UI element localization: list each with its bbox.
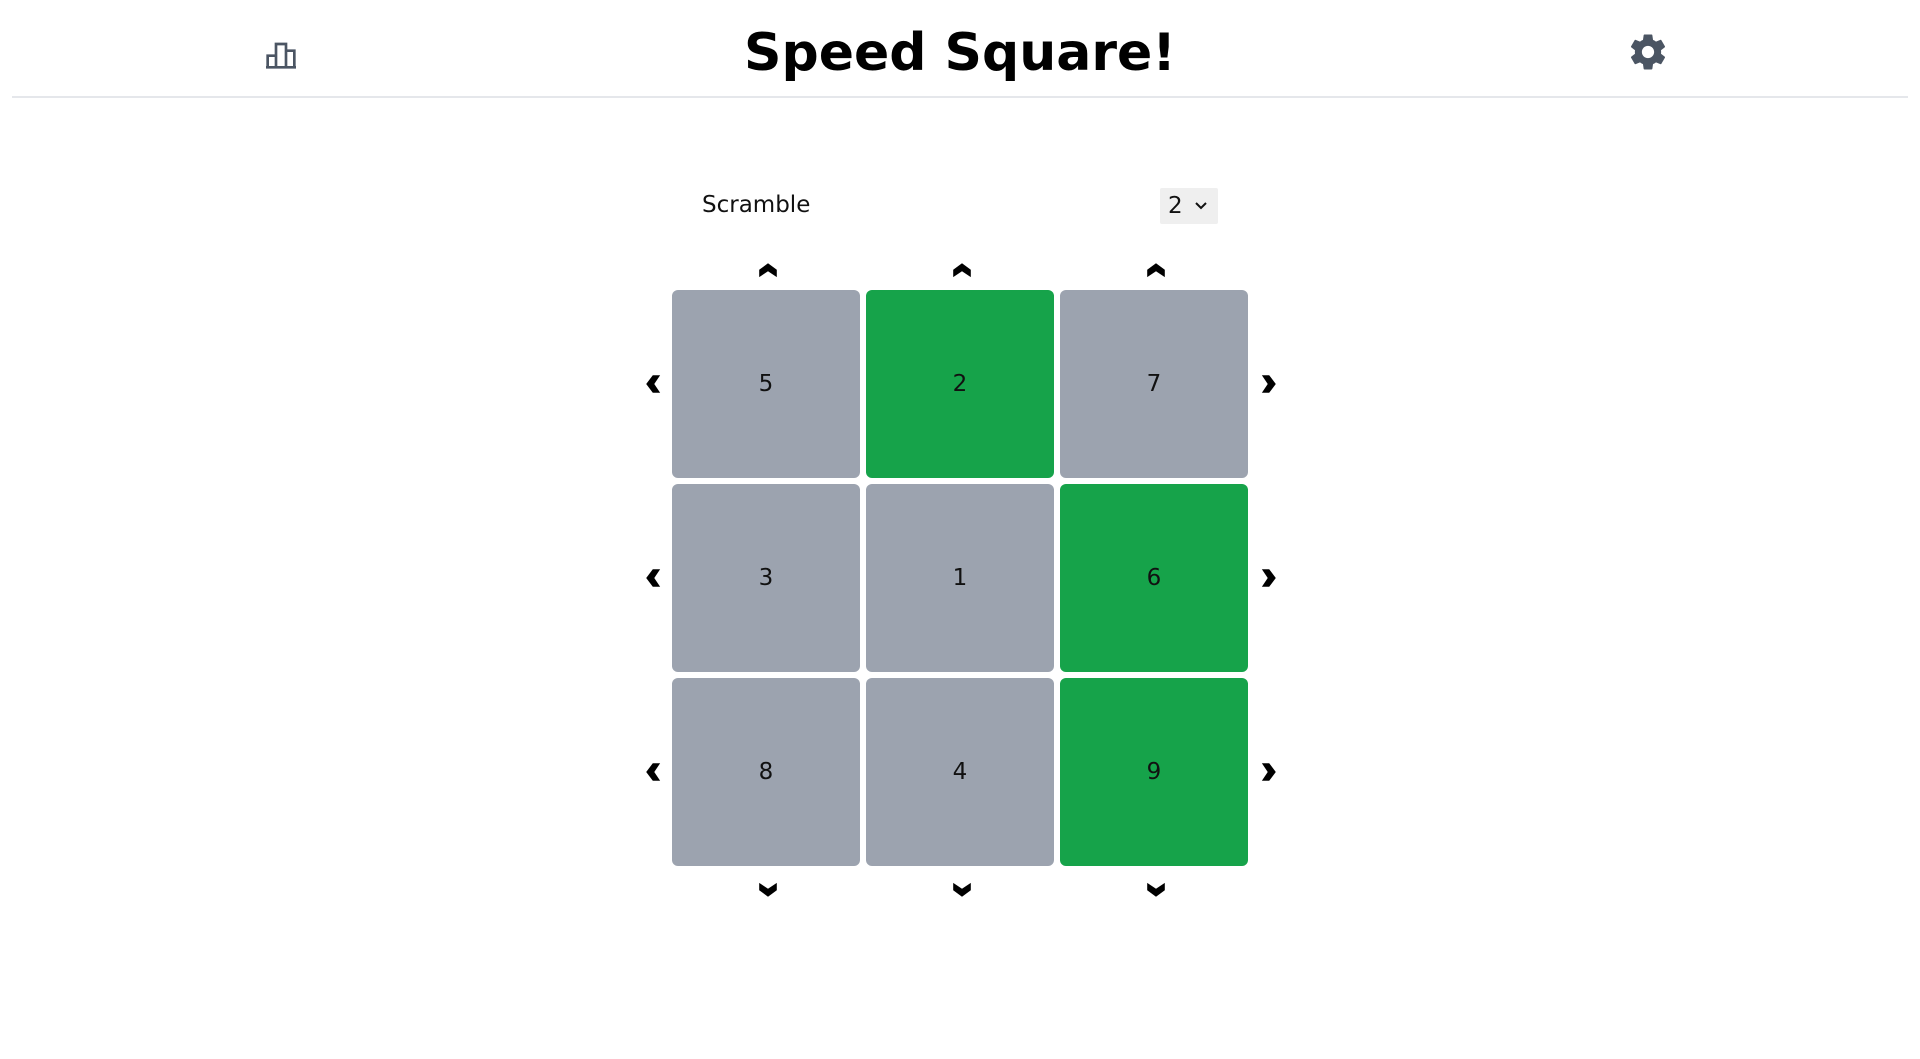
tile[interactable]: 9 (1060, 678, 1248, 866)
tile[interactable]: 7 (1060, 290, 1248, 478)
chevron-down-icon (1195, 202, 1207, 210)
header-bar: Speed Square! (12, 0, 1908, 98)
tile[interactable]: 2 (866, 290, 1054, 478)
gear-icon (1630, 34, 1666, 70)
shift-column-down-button-1[interactable] (753, 873, 783, 903)
chevron-left-icon (646, 763, 661, 781)
chevron-down-icon (759, 882, 777, 897)
chevron-down-icon (1147, 882, 1165, 897)
scramble-selected-value: 2 (1168, 193, 1183, 219)
tile[interactable]: 8 (672, 678, 860, 866)
tile[interactable]: 4 (866, 678, 1054, 866)
shift-column-up-button-2[interactable] (947, 257, 977, 287)
tile[interactable]: 1 (866, 484, 1054, 672)
shift-row-left-button-3[interactable] (640, 757, 670, 787)
tile[interactable]: 5 (672, 290, 860, 478)
chevron-up-icon (953, 263, 971, 278)
shift-row-right-button-2[interactable] (1252, 563, 1282, 593)
tile[interactable]: 6 (1060, 484, 1248, 672)
chevron-right-icon (1261, 569, 1276, 587)
chevron-left-icon (646, 375, 661, 393)
settings-button[interactable] (1624, 28, 1672, 76)
scramble-label: Scramble (702, 192, 811, 218)
shift-column-down-button-2[interactable] (947, 873, 977, 903)
chevron-right-icon (1261, 375, 1276, 393)
tile[interactable]: 3 (672, 484, 860, 672)
chevron-down-icon (953, 882, 971, 897)
shift-row-right-button-3[interactable] (1252, 757, 1282, 787)
shift-row-right-button-1[interactable] (1252, 369, 1282, 399)
shift-row-left-button-1[interactable] (640, 369, 670, 399)
scramble-select[interactable]: 2 (1160, 188, 1218, 224)
chevron-up-icon (1147, 263, 1165, 278)
shift-column-up-button-1[interactable] (753, 257, 783, 287)
chevron-up-icon (759, 263, 777, 278)
page: Speed Square! Scramble 2 527316849 (0, 0, 1920, 1059)
shift-column-up-button-3[interactable] (1141, 257, 1171, 287)
shift-column-down-button-3[interactable] (1141, 873, 1171, 903)
shift-row-left-button-2[interactable] (640, 563, 670, 593)
chevron-left-icon (646, 569, 661, 587)
chevron-right-icon (1261, 763, 1276, 781)
